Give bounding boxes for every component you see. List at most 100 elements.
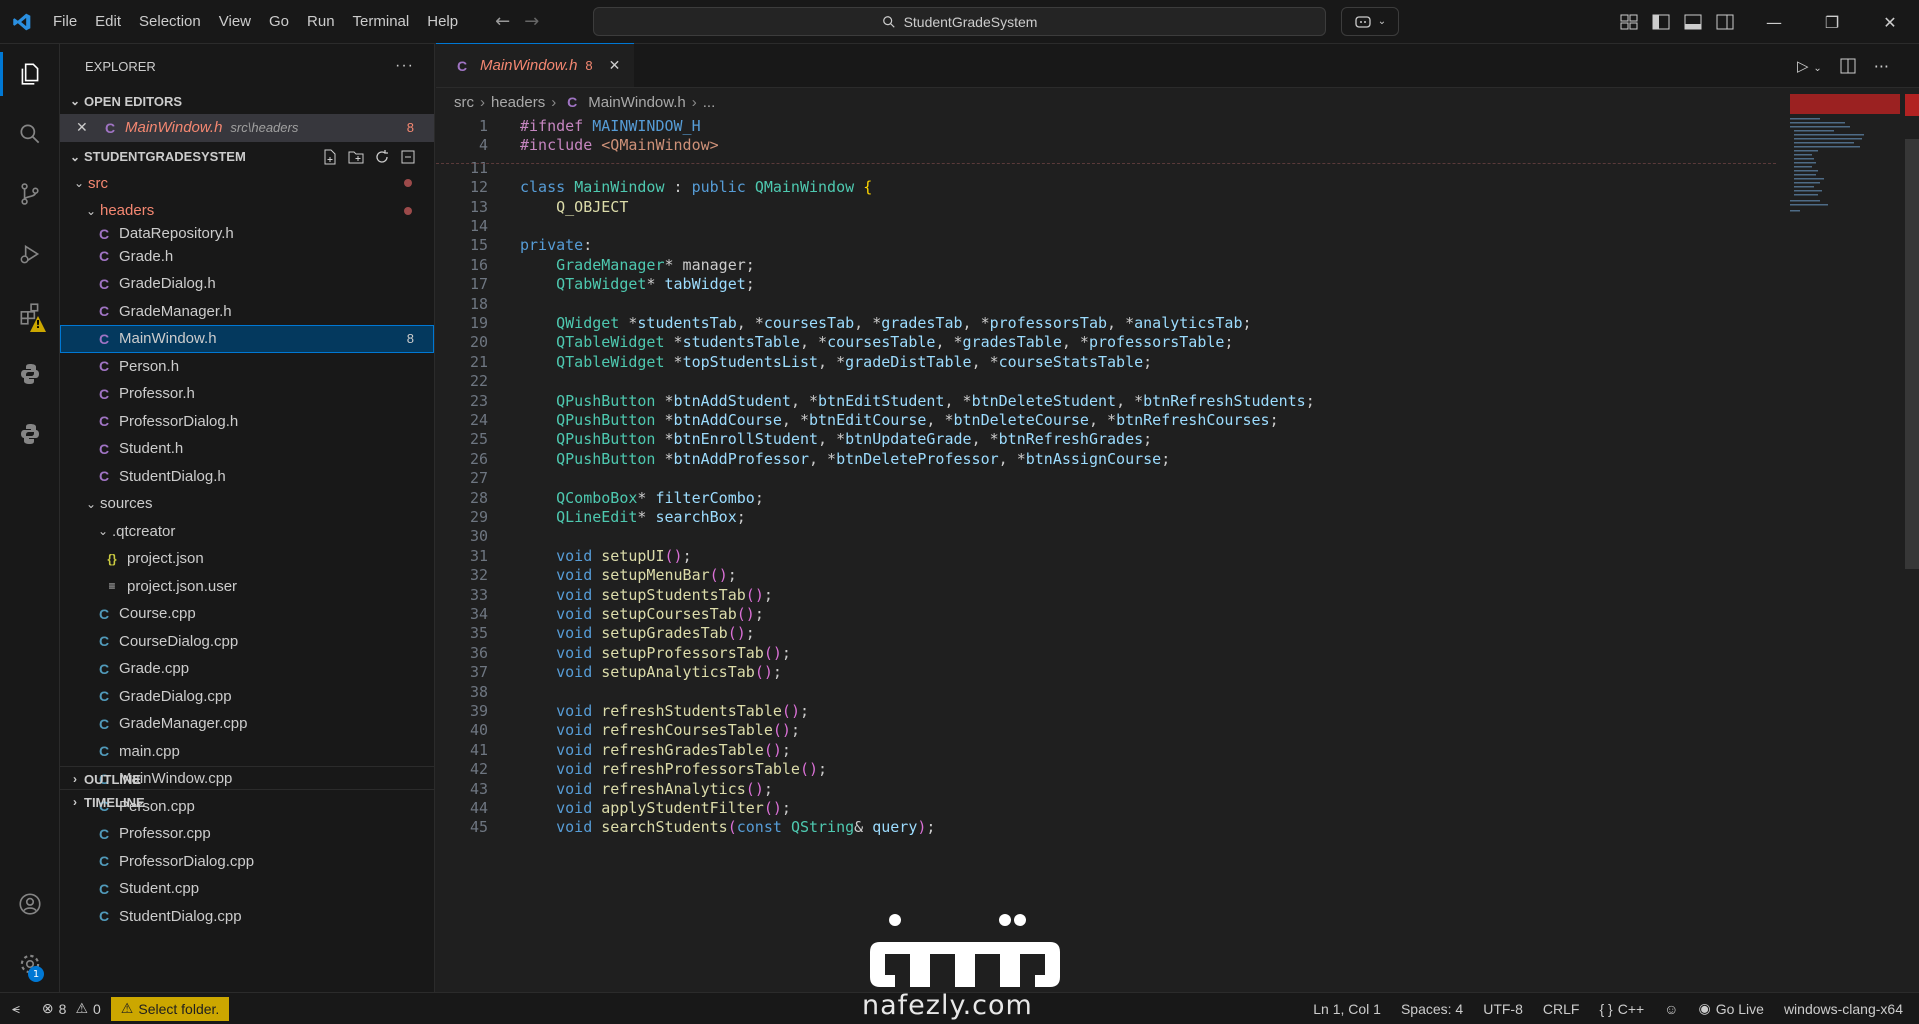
code-line[interactable]: 33 void setupStudentsTab(); — [436, 585, 773, 605]
breadcrumb-headers[interactable]: headers — [491, 94, 545, 111]
code-line[interactable]: 25 QPushButton *btnEnrollStudent, *btnUp… — [436, 430, 1152, 450]
tree-file[interactable]: C GradeManager.h — [60, 298, 434, 326]
refresh-icon[interactable] — [374, 149, 390, 165]
code-line[interactable]: 24 QPushButton *btnAddCourse, *btnEditCo… — [436, 410, 1279, 430]
collapse-all-icon[interactable] — [400, 149, 416, 165]
tree-file[interactable]: C Professor.cpp — [60, 820, 434, 848]
code-line[interactable]: 28 QComboBox* filterCombo; — [436, 488, 764, 508]
new-folder-icon[interactable] — [348, 149, 364, 165]
menu-go[interactable]: Go — [260, 0, 298, 44]
breadcrumb-symbols[interactable]: ... — [703, 94, 716, 111]
tree-folder[interactable]: ⌄ sources — [60, 490, 434, 518]
code-line[interactable]: 14 — [436, 216, 520, 236]
new-file-icon[interactable] — [322, 149, 338, 165]
breadcrumb-file[interactable]: MainWindow.h — [588, 94, 686, 111]
more-actions-icon[interactable]: ··· — [395, 57, 414, 75]
end-of-line[interactable]: CRLF — [1533, 993, 1590, 1024]
tree-file[interactable]: C GradeManager.cpp — [60, 710, 434, 738]
cursor-position[interactable]: Ln 1, Col 1 — [1303, 993, 1391, 1024]
python-environments-icon[interactable] — [0, 404, 60, 464]
customize-layout-icon[interactable] — [1620, 14, 1638, 30]
tree-file[interactable]: C DataRepository.h — [60, 225, 434, 243]
tree-folder[interactable]: ⌄ src — [60, 170, 434, 198]
code-line[interactable]: 42 void refreshProfessorsTable(); — [436, 759, 827, 779]
code-line[interactable]: 45 void searchStudents(const QString& qu… — [436, 818, 936, 838]
menu-file[interactable]: File — [44, 0, 86, 44]
code-line[interactable]: 36 void setupProfessorsTab(); — [436, 643, 791, 663]
tree-file[interactable]: C Grade.h — [60, 243, 434, 271]
copilot-status-icon[interactable]: ☺ — [1654, 993, 1688, 1024]
tree-file[interactable]: C Person.h — [60, 353, 434, 381]
tree-file[interactable]: {} project.json — [60, 545, 434, 573]
code-line[interactable]: 44 void applyStudentFilter(); — [436, 798, 791, 818]
code-line[interactable]: 30 — [436, 527, 520, 547]
tree-file[interactable]: C StudentDialog.h — [60, 463, 434, 491]
code-line[interactable]: 4 #include <QMainWindow> — [436, 136, 719, 156]
code-line[interactable]: 38 — [436, 682, 520, 702]
timeline-header[interactable]: › TIMELINE — [60, 789, 434, 815]
code-line[interactable]: 20 QTableWidget *studentsTable, *courses… — [436, 333, 1234, 353]
accounts-icon[interactable] — [0, 874, 60, 934]
select-folder-button[interactable]: ⚠ Select folder. — [110, 996, 230, 1021]
restore-icon[interactable]: ❐ — [1803, 0, 1861, 44]
language-mode[interactable]: { } C++ — [1589, 993, 1654, 1024]
remote-indicator-icon[interactable]: ⪪ — [0, 993, 32, 1024]
code-line[interactable]: 23 QPushButton *btnAddStudent, *btnEditS… — [436, 391, 1315, 411]
code-line[interactable]: 37 void setupAnalyticsTab(); — [436, 662, 782, 682]
code-line[interactable]: 12 class MainWindow : public QMainWindow … — [436, 177, 872, 197]
indentation[interactable]: Spaces: 4 — [1391, 993, 1473, 1024]
menu-run[interactable]: Run — [298, 0, 344, 44]
open-editor-item[interactable]: ✕ C MainWindow.h src\headers 8 — [60, 114, 434, 142]
settings-gear-icon[interactable]: 1 — [0, 934, 60, 994]
code-line[interactable]: 41 void refreshGradesTable(); — [436, 740, 791, 760]
tree-file[interactable]: ≡ project.json.user — [60, 573, 434, 601]
toggle-panel-icon[interactable] — [1684, 14, 1702, 30]
tree-file[interactable]: C MainWindow.h 8 — [60, 325, 434, 353]
code-line[interactable]: 32 void setupMenuBar(); — [436, 565, 737, 585]
tree-file[interactable]: C Student.h — [60, 435, 434, 463]
vertical-scrollbar[interactable] — [1905, 44, 1919, 948]
explorer-icon[interactable] — [0, 44, 60, 104]
command-center-search[interactable]: StudentGradeSystem — [593, 7, 1326, 36]
code-line[interactable]: 26 QPushButton *btnAddProfessor, *btnDel… — [436, 449, 1170, 469]
code-line[interactable]: 39 void refreshStudentsTable(); — [436, 701, 809, 721]
project-header[interactable]: ⌄ STUDENTGRADESYSTEM — [60, 144, 434, 170]
open-editors-header[interactable]: ⌄ OPEN EDITORS — [60, 88, 434, 114]
menu-edit[interactable]: Edit — [86, 0, 130, 44]
menu-selection[interactable]: Selection — [130, 0, 210, 44]
code-line[interactable]: 15 private: — [436, 236, 592, 256]
tree-file[interactable]: C ProfessorDialog.cpp — [60, 848, 434, 876]
go-live-button[interactable]: ◉ Go Live — [1688, 993, 1773, 1024]
code-line[interactable]: 34 void setupCoursesTab(); — [436, 604, 764, 624]
tree-file[interactable]: Cmain.cpp — [60, 738, 434, 766]
close-icon[interactable]: ✕ — [76, 119, 96, 136]
tree-file[interactable]: C GradeDialog.cpp — [60, 683, 434, 711]
tree-file[interactable]: C ProfessorDialog.h — [60, 408, 434, 436]
tab-mainwindow-h[interactable]: C MainWindow.h 8 ✕ — [436, 43, 634, 87]
close-icon[interactable]: ✕ — [609, 57, 621, 74]
code-line[interactable]: 35 void setupGradesTab(); — [436, 624, 755, 644]
code-line[interactable]: 22 — [436, 371, 520, 391]
tree-folder[interactable]: ⌄ headers — [60, 197, 434, 225]
code-line[interactable]: 1 #ifndef MAINWINDOW_H — [436, 116, 701, 136]
code-line[interactable]: 43 void refreshAnalytics(); — [436, 779, 773, 799]
tree-file[interactable]: C Grade.cpp — [60, 655, 434, 683]
code-line[interactable]: 29 QLineEdit* searchBox; — [436, 507, 746, 527]
tree-file[interactable]: C StudentDialog.cpp — [60, 903, 434, 931]
forward-arrow-icon[interactable]: → — [524, 11, 539, 32]
cmake-config[interactable]: windows-clang-x64 — [1774, 993, 1919, 1024]
source-control-icon[interactable] — [0, 164, 60, 224]
code-line[interactable]: 31 void setupUI(); — [436, 546, 692, 566]
run-debug-icon[interactable] — [0, 224, 60, 284]
problems-indicator[interactable]: ⊗ 8 ⚠ 0 — [32, 993, 111, 1024]
code-line[interactable]: 11 — [436, 158, 520, 178]
code-line[interactable]: 40 void refreshCoursesTable(); — [436, 721, 800, 741]
tree-file[interactable]: C Student.cpp — [60, 875, 434, 903]
menu-terminal[interactable]: Terminal — [344, 0, 419, 44]
minimize-icon[interactable]: — — [1745, 0, 1803, 44]
menu-view[interactable]: View — [210, 0, 260, 44]
tree-folder[interactable]: ⌄ .qtcreator — [60, 518, 434, 546]
code-line[interactable]: 17 QTabWidget* tabWidget; — [436, 274, 755, 294]
breadcrumb-src[interactable]: src — [454, 94, 474, 111]
code-line[interactable]: 27 — [436, 468, 520, 488]
